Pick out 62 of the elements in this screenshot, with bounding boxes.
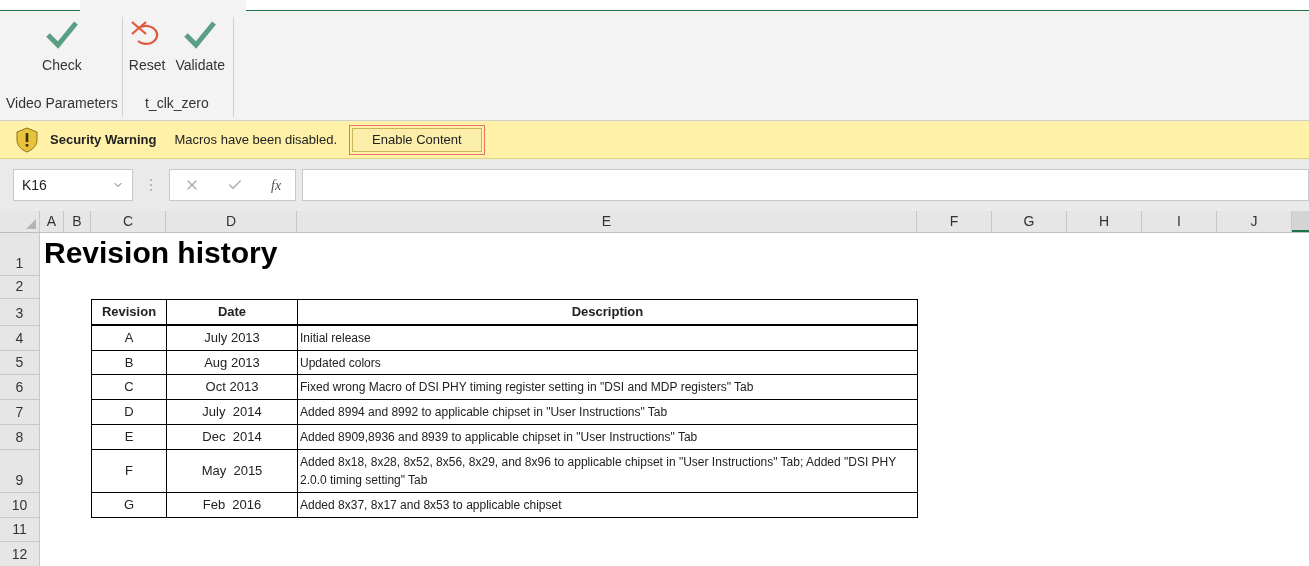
ribbon-button[interactable]: Validate [171, 17, 229, 93]
row-header[interactable]: 9 [0, 450, 40, 493]
formula-input[interactable] [302, 169, 1309, 201]
checkmark-icon [44, 19, 79, 49]
column-header[interactable]: B [64, 211, 91, 232]
checkmark-icon [183, 19, 218, 49]
column-header[interactable]: A [40, 211, 64, 232]
table-cell: July 2013 [167, 326, 298, 351]
sheet-title: Revision history [44, 238, 278, 271]
table-cell: B [92, 351, 167, 375]
table-cell: Fixed wrong Macro of DSI PHY timing register setting in "DSI and MDP registers" Tab [298, 375, 918, 400]
column-header[interactable]: D [166, 211, 297, 232]
table-header-cell: Description [298, 300, 918, 326]
column-header[interactable]: G [992, 211, 1067, 232]
row-header[interactable]: 1 [0, 233, 40, 276]
row-header[interactable]: 4 [0, 326, 40, 351]
row-header[interactable]: 3 [0, 299, 40, 326]
row-header[interactable]: 6 [0, 375, 40, 400]
row-header[interactable]: 12 [0, 542, 40, 566]
ribbon-group-label: t_clk_zero [144, 94, 209, 113]
table-cell: Added 8x37, 8x17 and 8x53 to applicable chipset [298, 493, 918, 518]
table-cell: C [92, 375, 167, 400]
column-header[interactable]: F [917, 211, 992, 232]
table-cell: Initial release [298, 326, 918, 351]
table-cell: Added 8x18, 8x28, 8x52, 8x56, 8x29, and 8x96 to applicable chipset in "User Instructions" Tab; Added "DSI PHY 2.0.0 timing setting" Tab [298, 450, 918, 493]
insert-function-button[interactable]: fx [271, 174, 282, 196]
table-cell: D [92, 400, 167, 425]
row-header[interactable]: 8 [0, 425, 40, 450]
table-cell: Aug 2013 [167, 351, 298, 375]
warning-message: Macros have been disabled. [174, 130, 338, 149]
ribbon-button[interactable]: Check [38, 17, 86, 93]
column-header[interactable]: C [91, 211, 166, 232]
ribbon-button[interactable]: Reset [124, 17, 170, 93]
table-cell: Dec 2014 [167, 425, 298, 450]
row-header[interactable]: 11 [0, 518, 40, 542]
corner-triangle-icon [26, 219, 36, 229]
table-cell: Oct 2013 [167, 375, 298, 400]
table-cell: A [92, 326, 167, 351]
warning-shield-icon [16, 126, 38, 153]
table-cell: July 2014 [167, 400, 298, 425]
table-cell: Updated colors [298, 351, 918, 375]
row-header[interactable]: 10 [0, 493, 40, 518]
name-box[interactable]: K16 [13, 169, 133, 201]
row-header[interactable]: 5 [0, 351, 40, 375]
enable-content-button[interactable]: Enable Content [352, 127, 482, 152]
table-cell: G [92, 493, 167, 518]
column-header[interactable]: E [297, 211, 917, 232]
row-header[interactable]: 2 [0, 276, 40, 299]
column-header[interactable]: I [1142, 211, 1217, 232]
table-header-cell: Date [167, 300, 298, 326]
table-cell: F [92, 450, 167, 493]
row-header[interactable]: 7 [0, 400, 40, 425]
table-cell: Added 8909,8936 and 8939 to applicable chipset in "User Instructions" Tab [298, 425, 918, 450]
table-cell: Added 8994 and 8992 to applicable chipset in "User Instructions" Tab [298, 400, 918, 425]
warning-title: Security Warning [50, 130, 157, 149]
ribbon-group-label: Video Parameters [6, 94, 118, 113]
table-header-cell: Revision [92, 300, 167, 326]
table-cell: Feb 2016 [167, 493, 298, 518]
table-cell: May 2015 [167, 450, 298, 493]
column-header[interactable]: H [1067, 211, 1142, 232]
column-header-stub[interactable] [1292, 211, 1309, 232]
table-cell: E [92, 425, 167, 450]
